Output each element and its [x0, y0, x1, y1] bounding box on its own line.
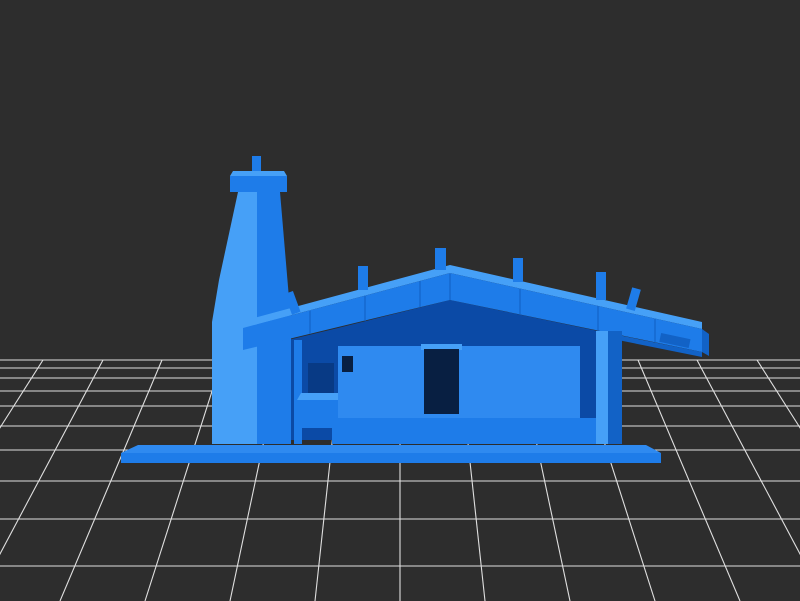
roof-beam-stub-4 — [596, 272, 606, 300]
porch-post — [294, 340, 302, 444]
porch-table-top — [297, 393, 339, 400]
wall-window — [342, 356, 353, 372]
right-column-front-face — [596, 331, 608, 444]
roof-beam-stub-1 — [358, 266, 368, 290]
base-plate-front-face — [121, 453, 661, 463]
base-plate-top-face — [121, 445, 661, 453]
model-viewer-window — [0, 0, 800, 601]
porch-box — [308, 363, 334, 393]
chimney-cap-top — [230, 171, 287, 176]
right-column-side-face — [608, 331, 622, 444]
chimney-finial — [252, 156, 261, 173]
house-foundation — [332, 418, 598, 444]
roof-beam-stub-2 — [435, 248, 446, 270]
house-front-wall — [338, 346, 598, 420]
3d-viewport[interactable] — [0, 0, 800, 601]
roof-beam-stub-3 — [513, 258, 523, 282]
chimney-cap-front — [230, 176, 287, 192]
front-door — [424, 349, 459, 414]
wall-recess-shadow — [580, 335, 598, 432]
